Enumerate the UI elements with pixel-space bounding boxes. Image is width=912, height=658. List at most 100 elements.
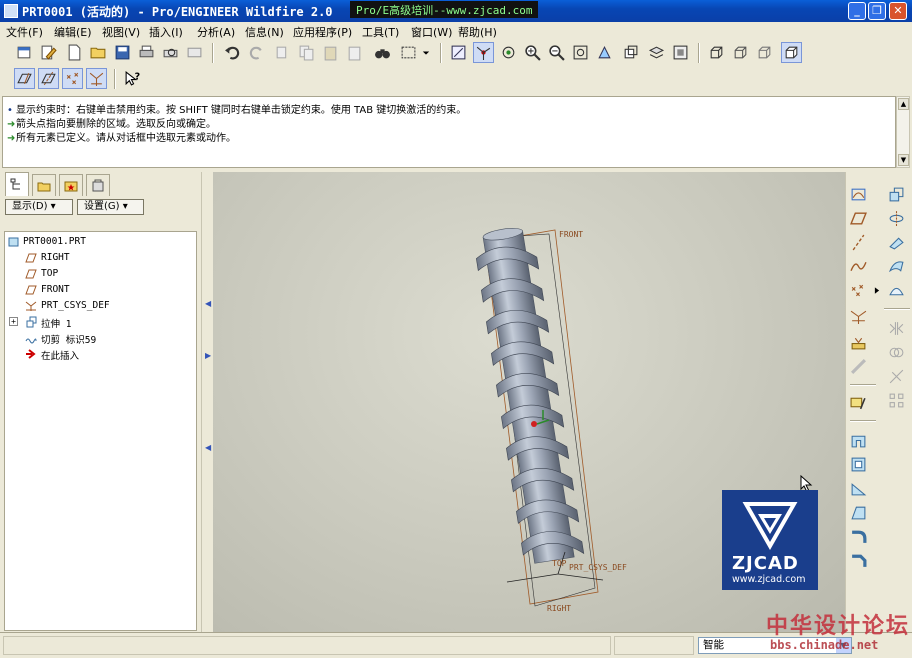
select-dropdown-arrow-icon[interactable] <box>420 42 432 63</box>
menu-analysis[interactable]: 分析(A) <box>197 24 235 40</box>
zoom-in-icon[interactable] <box>522 42 543 63</box>
context-help-icon[interactable]: ? <box>122 68 143 89</box>
refit-icon[interactable] <box>570 42 591 63</box>
panel-splitter[interactable]: ◀ ▶ ◀ <box>201 172 213 632</box>
new-window-icon[interactable] <box>14 42 35 63</box>
restore-button[interactable]: ❐ <box>868 2 886 20</box>
hole-tool-icon[interactable] <box>848 430 868 450</box>
folder-browser-tab[interactable] <box>32 174 56 196</box>
datum-sketch-tool-icon[interactable] <box>848 392 868 412</box>
menu-view[interactable]: 视图(V) <box>102 24 140 40</box>
copy-icon[interactable] <box>296 42 317 63</box>
open-folder-icon[interactable] <box>88 42 109 63</box>
hidden-line-icon[interactable] <box>730 42 751 63</box>
chamfer-tool-icon[interactable] <box>848 550 868 570</box>
settings-dropdown-button[interactable]: 设置(G) ▾ <box>77 199 144 215</box>
sketcher-display-icon[interactable] <box>848 184 868 204</box>
datum-plane-tool-icon[interactable] <box>848 208 868 228</box>
email-icon[interactable] <box>184 42 205 63</box>
message-area: • 显示约束时：右键单击禁用约束。按 SHIFT 键同时右键单击锁定约束。使用 T… <box>2 96 896 168</box>
reorient-icon[interactable] <box>594 42 615 63</box>
menu-help[interactable]: 帮助(H) <box>458 24 497 40</box>
scroll-up-icon[interactable]: ▲ <box>898 98 909 110</box>
style-tool-icon[interactable] <box>886 280 906 300</box>
save-icon[interactable] <box>112 42 133 63</box>
menu-file[interactable]: 文件(F) <box>6 24 43 40</box>
print-preview-icon[interactable] <box>160 42 181 63</box>
graphics-window[interactable]: FRONT TOP PRT_CSYS_DEF RIGHT ZJCAD www.z… <box>213 172 845 632</box>
collapse-arrow-icon[interactable]: ◀ <box>205 300 211 308</box>
status-message-area <box>3 636 611 655</box>
saved-views-icon[interactable] <box>620 42 641 63</box>
shell-tool-icon[interactable] <box>848 454 868 474</box>
message-line: ➜所有元素已定义。请从对话框中选取元素或动作。 <box>7 133 236 144</box>
menu-applications[interactable]: 应用程序(P) <box>293 24 352 40</box>
favorites-tab[interactable] <box>59 174 83 196</box>
merge-tool-icon[interactable] <box>886 342 906 362</box>
trim-tool-icon[interactable] <box>886 366 906 386</box>
print-icon[interactable] <box>136 42 157 63</box>
expand-arrow-icon[interactable]: ▶ <box>205 352 211 360</box>
mirror-tool-icon[interactable] <box>886 318 906 338</box>
rib-tool-icon[interactable] <box>848 478 868 498</box>
csys-display-icon[interactable] <box>86 68 107 89</box>
minimize-button[interactable]: _ <box>848 2 866 20</box>
menu-info[interactable]: 信息(N) <box>245 24 284 40</box>
collapse-arrow-icon[interactable]: ◀ <box>205 444 211 452</box>
training-banner: Pro/E高级培训--www.zjcad.com <box>350 1 539 18</box>
flyout-arrow-icon[interactable] <box>872 280 882 300</box>
cut-icon[interactable] <box>272 42 293 63</box>
boundary-blend-tool-icon[interactable] <box>886 256 906 276</box>
chevron-down-icon[interactable]: ▼ <box>836 638 851 653</box>
menu-insert[interactable]: 插入(I) <box>149 24 183 40</box>
layers-icon[interactable] <box>646 42 667 63</box>
undo-icon[interactable] <box>222 42 243 63</box>
paste-special-icon[interactable] <box>344 42 365 63</box>
zoom-out-icon[interactable] <box>546 42 567 63</box>
orient-mode-icon[interactable] <box>498 42 519 63</box>
paste-icon[interactable] <box>320 42 341 63</box>
sketch-tool-icon[interactable] <box>848 356 868 376</box>
selection-filter-value: 智能 <box>703 639 724 651</box>
logo-name: ZJCAD <box>732 553 799 574</box>
logo-url: www.zjcad.com <box>732 574 806 585</box>
datum-plane-display-icon[interactable] <box>14 68 35 89</box>
datum-axis-tool-icon[interactable] <box>848 232 868 252</box>
screw-model[interactable] <box>472 225 585 565</box>
view-manager-icon[interactable] <box>670 42 691 63</box>
select-box-icon[interactable] <box>398 42 419 63</box>
model-tree-tab[interactable] <box>5 172 29 196</box>
expand-toggle[interactable]: + <box>9 317 18 326</box>
menu-tools[interactable]: 工具(T) <box>362 24 399 40</box>
scroll-down-icon[interactable]: ▼ <box>898 154 909 166</box>
datum-axis-display-icon[interactable] <box>38 68 59 89</box>
svg-text:?: ? <box>135 72 141 83</box>
variable-sweep-tool-icon[interactable] <box>886 232 906 252</box>
find-binoculars-icon[interactable] <box>372 42 393 63</box>
datum-point-tool-icon[interactable] <box>848 280 868 300</box>
datum-point-display-icon[interactable] <box>62 68 83 89</box>
redo-icon[interactable] <box>246 42 267 63</box>
extrude-tool-icon[interactable] <box>886 184 906 204</box>
message-scrollbar[interactable]: ▲ ▼ <box>896 96 910 168</box>
show-dropdown-button[interactable]: 显示(D) ▾ <box>5 199 73 215</box>
draft-tool-icon[interactable] <box>848 502 868 522</box>
datum-curve-tool-icon[interactable] <box>848 256 868 276</box>
analysis-feature-icon[interactable] <box>848 332 868 352</box>
menu-edit[interactable]: 编辑(E) <box>54 24 92 40</box>
round-tool-icon[interactable] <box>848 526 868 546</box>
spin-center-icon[interactable] <box>473 42 494 63</box>
selection-filter-select[interactable]: 智能 ▼ <box>698 637 852 654</box>
no-hidden-icon[interactable] <box>754 42 775 63</box>
wireframe-icon[interactable] <box>706 42 727 63</box>
close-button[interactable]: ✕ <box>889 2 907 20</box>
revolve-tool-icon[interactable] <box>886 208 906 228</box>
menu-window[interactable]: 窗口(W) <box>411 24 452 40</box>
connections-tab[interactable] <box>86 174 110 196</box>
csys-tool-icon[interactable] <box>848 306 868 326</box>
repaint-icon[interactable] <box>448 42 469 63</box>
new-file-icon[interactable] <box>64 42 85 63</box>
pattern-tool-icon[interactable] <box>886 390 906 410</box>
edit-definition-icon[interactable] <box>38 42 59 63</box>
shading-icon[interactable] <box>781 42 802 63</box>
